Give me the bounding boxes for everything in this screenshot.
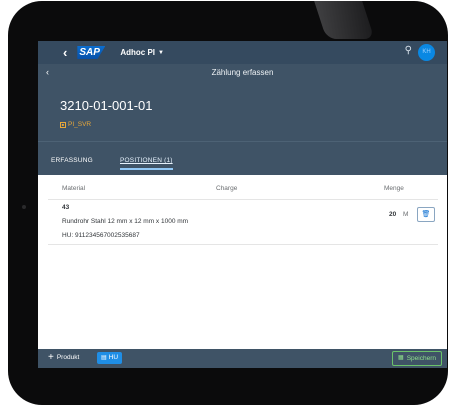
- add-product-button[interactable]: + Produkt: [48, 352, 80, 363]
- search-icon[interactable]: ⚲: [405, 45, 412, 56]
- tab-bar: ERFASSUNG POSITIONEN (1): [38, 141, 447, 176]
- page-header: ‹ Zählung erfassen: [38, 64, 447, 83]
- material-description: Rundrohr Stahl 12 mm x 12 mm x 1000 mm: [62, 218, 189, 225]
- table-header: Material Charge Menge: [48, 175, 438, 200]
- column-header-menge: Menge: [384, 185, 404, 192]
- barcode-icon: ▤: [101, 355, 107, 361]
- hu-button-label: HU: [108, 354, 119, 361]
- hu-button[interactable]: ▤ HU: [97, 352, 123, 364]
- column-header-material: Material: [62, 185, 86, 192]
- tablet-frame: ‹ SAP Adhoc PI ▼ ⚲ KH ‹ Zählung erfassen…: [8, 1, 448, 405]
- footer-toolbar: + Produkt ▤ HU ▦ Speichern: [38, 349, 447, 368]
- plus-icon: +: [48, 352, 54, 363]
- material-number: 43: [62, 204, 70, 211]
- tag-icon: ■: [60, 121, 66, 128]
- sap-logo: SAP: [77, 46, 106, 59]
- column-header-charge: Charge: [216, 185, 238, 192]
- shell-bar: ‹ SAP Adhoc PI ▼ ⚲ KH: [38, 41, 447, 64]
- object-subtitle-text: PI_SVR: [68, 121, 92, 128]
- app-screen: ‹ SAP Adhoc PI ▼ ⚲ KH ‹ Zählung erfassen…: [38, 41, 447, 368]
- positions-list: Material Charge Menge 43 Rundrohr Stahl …: [38, 175, 447, 349]
- trash-icon: 🗑: [421, 211, 431, 218]
- reflection-glare: [313, 1, 375, 39]
- page-title: Zählung erfassen: [211, 68, 274, 77]
- delete-button[interactable]: 🗑: [417, 207, 435, 222]
- handling-unit: HU: 911234567002535687: [62, 232, 140, 239]
- save-button-label: Speichern: [406, 355, 436, 362]
- tab-positionen[interactable]: POSITIONEN (1): [120, 157, 173, 170]
- camera-dot: [22, 205, 26, 209]
- chevron-down-icon[interactable]: ▼: [158, 50, 164, 56]
- save-button[interactable]: ▦ Speichern: [392, 351, 442, 366]
- quantity-unit: M: [403, 211, 409, 218]
- quantity-value: 20: [389, 211, 397, 218]
- shell-back-icon[interactable]: ‹: [63, 45, 67, 60]
- object-header: 3210-01-001-01 ■ PI_SVR: [38, 83, 447, 141]
- add-product-label: Produkt: [56, 354, 80, 361]
- tab-erfassung[interactable]: ERFASSUNG: [51, 157, 93, 164]
- avatar[interactable]: KH: [418, 44, 435, 61]
- table-row[interactable]: 43 Rundrohr Stahl 12 mm x 12 mm x 1000 m…: [48, 200, 438, 245]
- app-title[interactable]: Adhoc PI: [120, 48, 155, 57]
- object-subtitle: ■ PI_SVR: [60, 121, 91, 128]
- save-icon: ▦: [398, 355, 404, 361]
- object-title: 3210-01-001-01: [60, 98, 153, 113]
